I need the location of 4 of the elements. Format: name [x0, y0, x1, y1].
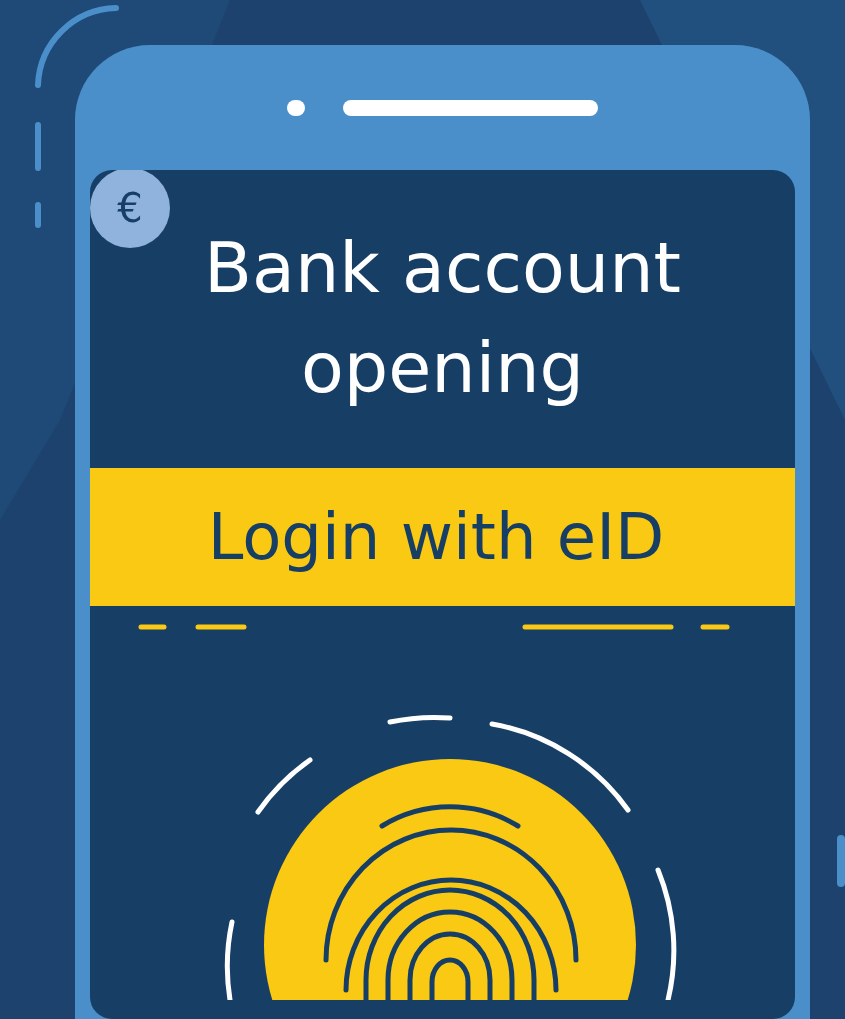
screen-title: Bank account opening: [203, 226, 682, 411]
login-button[interactable]: Login with eID: [90, 468, 795, 606]
side-button-drawing: [837, 835, 845, 887]
euro-badge: €: [90, 170, 170, 248]
